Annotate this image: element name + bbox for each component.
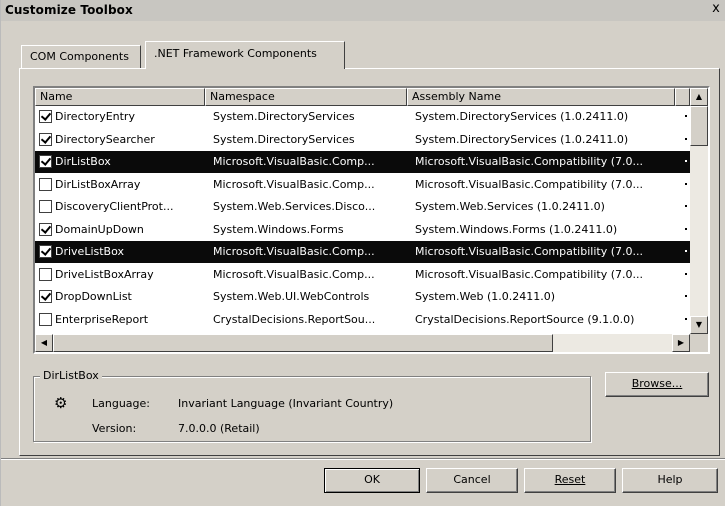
row-assembly-name: System.Windows.Forms (1.0.2411.0) [415,222,618,236]
list-item[interactable]: EnterpriseReport CrystalDecisions.ReportS… [35,309,690,331]
language-label: Language: [92,397,150,410]
row-checkbox[interactable] [39,222,52,236]
list-item[interactable]: DirectorySearcher System.DirectoryService… [35,129,690,151]
row-namespace: Microsoft.VisualBasic.Comp... [213,245,375,258]
row-checkbox[interactable] [39,177,52,191]
version-value: 7.0.0.0 (Retail) [178,422,260,435]
reset-button[interactable]: Reset [524,468,616,493]
row-assembly-name: System.Web.Services (1.0.2411.0) [415,200,605,213]
details-group-label: DirListBox [40,369,102,382]
row-assembly-name: Microsoft.VisualBasic.Compatibility (7.0… [415,155,643,168]
truncation-dot [685,250,687,252]
row-checkbox[interactable] [39,200,52,213]
column-header-name[interactable]: Name [35,88,205,106]
horizontal-scroll-thumb[interactable] [53,334,553,352]
row-checkbox[interactable] [39,290,52,303]
row-name: DirListBoxArray [55,177,141,191]
row-name: DirectorySearcher [55,132,155,146]
row-namespace: System.DirectoryServices [213,132,355,146]
row-assembly-name: System.DirectoryServices (1.0.2411.0) [415,132,629,146]
list-item[interactable]: DriveListBoxArray Microsoft.VisualBasic.C… [35,264,690,286]
browse-button[interactable]: Browse... [605,372,709,397]
truncation-dot [685,272,687,275]
vertical-scroll-thumb[interactable] [690,106,708,146]
reset-button-label: Reset [554,473,586,486]
title-bar: Customize Toolbox x [1,0,725,21]
row-checkbox[interactable] [39,155,52,168]
tab-com-components[interactable]: COM Components [21,45,141,69]
row-name: DirectoryEntry [55,110,135,123]
row-name: DropDownList [55,290,132,303]
row-assembly-name: Microsoft.VisualBasic.Compatibility (7.0… [415,245,643,258]
ok-button[interactable]: OK [324,468,420,493]
row-namespace: Microsoft.VisualBasic.Comp... [213,177,375,191]
scroll-up-icon[interactable]: ▲ [690,88,708,106]
tab-net-framework-components[interactable]: .NET Framework Components [145,41,345,69]
row-namespace: System.Web.Services.Disco... [213,200,376,213]
row-checkbox[interactable] [39,267,52,281]
truncation-dot [685,227,687,230]
separator [1,458,725,460]
row-checkbox[interactable] [39,312,52,326]
row-namespace: Microsoft.VisualBasic.Comp... [213,155,375,168]
list-item[interactable]: DomainUpDown System.Windows.Forms System.W… [35,219,690,241]
language-value: Invariant Language (Invariant Country) [178,397,394,410]
list-item[interactable]: DirListBoxArray Microsoft.VisualBasic.Com… [35,174,690,196]
details-group: DirListBox ⚙ Language: Invariant Languag… [33,369,591,442]
browse-button-label: Browse... [631,377,683,390]
row-checkbox[interactable] [39,245,52,258]
window-title: Customize Toolbox [5,3,133,17]
version-label: Version: [92,422,137,435]
scroll-right-icon[interactable]: ▶ [672,334,690,352]
row-name: DirListBox [55,155,111,168]
truncation-dot [685,182,687,185]
help-button-label: Help [657,473,683,486]
column-header-namespace[interactable]: Namespace [205,88,407,106]
close-icon[interactable]: x [709,1,723,17]
row-checkbox[interactable] [39,132,52,146]
row-name: DiscoveryClientProt... [55,200,174,213]
row-name: DriveListBox [55,245,125,258]
scroll-corner [690,334,708,352]
row-namespace: CrystalDecisions.ReportSou... [213,312,376,326]
truncation-dot [685,317,687,320]
cancel-button[interactable]: Cancel [426,468,518,493]
truncation-dot [685,295,687,297]
row-namespace: System.Web.UI.WebControls [213,290,370,303]
row-namespace: Microsoft.VisualBasic.Comp... [213,267,375,281]
column-header-extra[interactable] [675,88,690,106]
row-namespace: System.DirectoryServices [213,110,355,123]
row-assembly-name: CrystalDecisions.ReportSource (9.1.0.0) [415,312,635,326]
list-item[interactable]: DriveListBox Microsoft.VisualBasic.Comp..… [35,241,690,263]
customize-toolbox-dialog: Customize Toolbox x COM Components .NET … [0,0,725,506]
truncation-dot [685,160,687,162]
column-header-assembly-name[interactable]: Assembly Name [407,88,675,106]
row-name: DomainUpDown [55,222,144,236]
row-name: DriveListBoxArray [55,267,154,281]
row-name: EnterpriseReport [55,312,149,326]
truncation-dot [685,137,687,140]
scroll-down-icon[interactable]: ▼ [690,316,708,334]
ok-button-label: OK [364,473,380,486]
truncation-dot [685,205,687,207]
help-button[interactable]: Help [622,468,718,493]
component-icon: ⚙ [54,394,68,412]
row-assembly-name: Microsoft.VisualBasic.Compatibility (7.0… [415,267,643,281]
components-list[interactable]: Name Namespace Assembly Name DirectoryEn… [33,86,710,354]
row-namespace: System.Windows.Forms [213,222,344,236]
row-checkbox[interactable] [39,110,52,123]
row-assembly-name: System.Web (1.0.2411.0) [415,290,556,303]
truncation-dot [685,115,687,117]
list-item[interactable]: DirListBox Microsoft.VisualBasic.Comp... M… [35,151,690,173]
horizontal-scrollbar[interactable]: ◀ ▶ [35,334,690,352]
list-item[interactable]: DirectoryEntry System.DirectoryServices Sy… [35,106,690,128]
scroll-left-icon[interactable]: ◀ [35,334,53,352]
row-assembly-name: System.DirectoryServices (1.0.2411.0) [415,110,629,123]
list-item[interactable]: DiscoveryClientProt... System.Web.Service… [35,196,690,218]
list-item[interactable]: DropDownList System.Web.UI.WebControls Sys… [35,286,690,308]
cancel-button-label: Cancel [453,473,491,486]
row-assembly-name: Microsoft.VisualBasic.Compatibility (7.0… [415,177,643,191]
